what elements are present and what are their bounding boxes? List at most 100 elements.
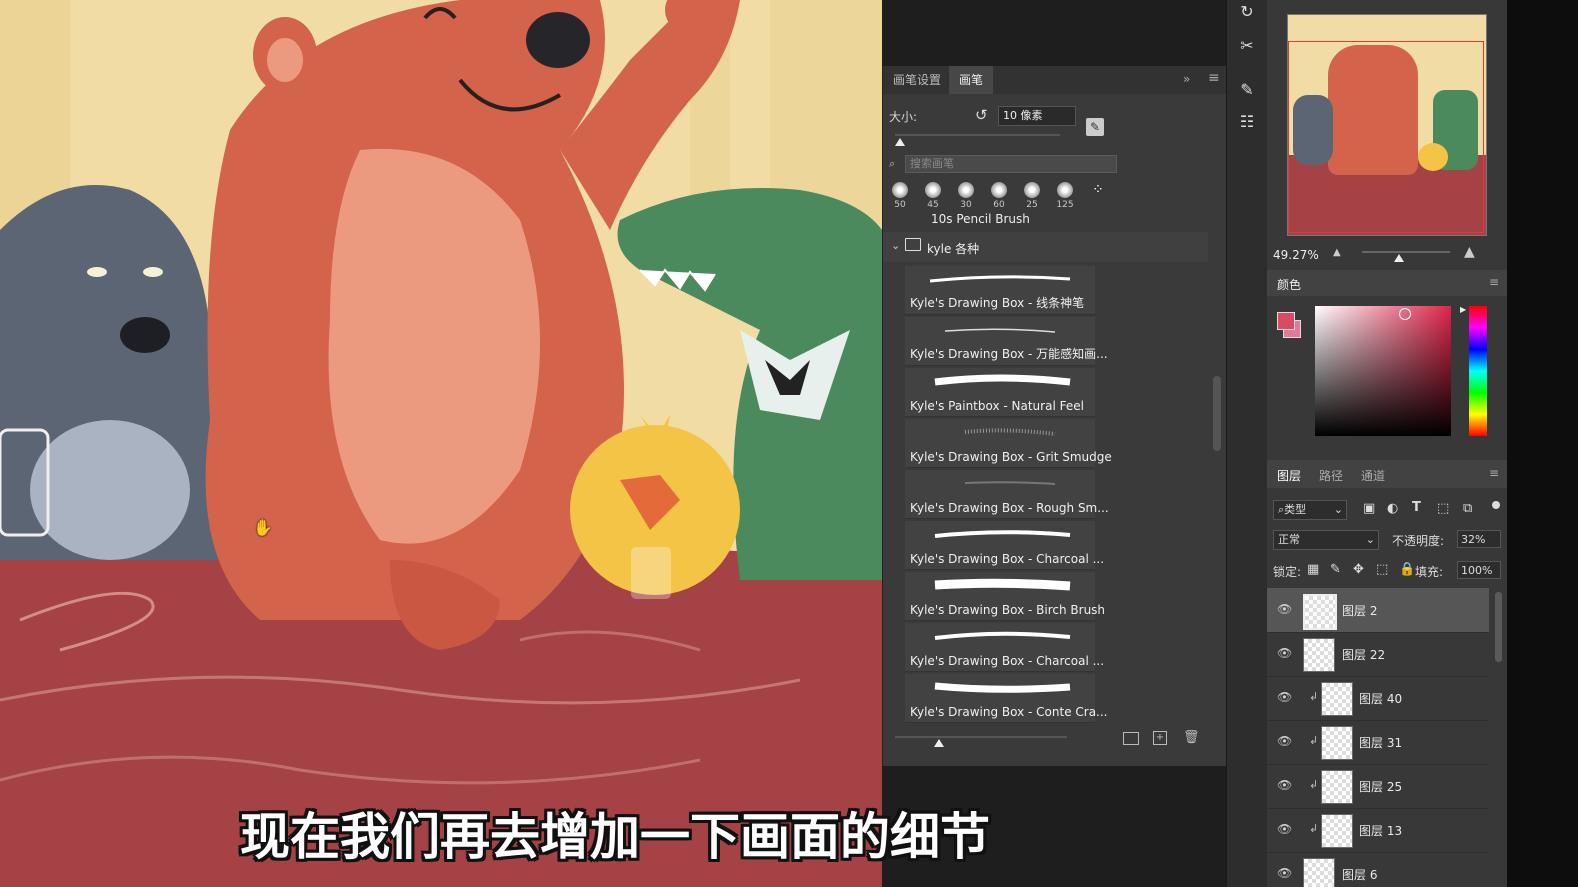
- layer-row[interactable]: 👁 ↲ 图层 25: [1267, 764, 1489, 809]
- layer-row[interactable]: 👁 ↲ 图层 31: [1267, 720, 1489, 765]
- smart-object-filter-icon[interactable]: ⧉: [1463, 501, 1472, 516]
- size-label: 大小:: [889, 110, 918, 124]
- visibility-eye-icon[interactable]: 👁: [1277, 602, 1292, 616]
- opacity-input[interactable]: 32%: [1457, 530, 1501, 548]
- brush-name: Kyle's Drawing Box - Birch Brush: [910, 603, 1106, 617]
- hue-slider-handle[interactable]: ▶: [1460, 305, 1466, 314]
- size-slider-track[interactable]: [895, 134, 1060, 136]
- layer-row[interactable]: 👁 图层 2: [1267, 588, 1489, 633]
- filter-toggle-icon[interactable]: [1492, 501, 1500, 509]
- brush-icon[interactable]: ✎: [1235, 78, 1259, 102]
- list-item[interactable]: Kyle's Drawing Box - Conte Cra...: [905, 674, 1108, 723]
- color-picker-cursor[interactable]: [1399, 308, 1411, 320]
- lock-pixels-icon[interactable]: ✎: [1330, 562, 1341, 577]
- tip-size-label: 30: [960, 200, 972, 210]
- folder-icon: [905, 238, 921, 251]
- visibility-eye-icon[interactable]: 👁: [1277, 822, 1292, 836]
- recent-brush-tip[interactable]: 125: [1050, 182, 1080, 212]
- new-group-folder-icon[interactable]: [1123, 732, 1139, 745]
- layer-row[interactable]: 👁 ↲ 图层 13: [1267, 808, 1489, 853]
- list-item[interactable]: Kyle's Drawing Box - Birch Brush: [905, 572, 1105, 621]
- layer-row[interactable]: 👁 图层 6: [1267, 852, 1489, 887]
- brush-pressure-icon[interactable]: ✎: [1086, 118, 1104, 136]
- layer-name: 图层 25: [1359, 780, 1403, 794]
- clipping-mask-icon: ↲: [1309, 734, 1319, 747]
- brush-group-row[interactable]: ⌄ kyle 各种: [883, 232, 1208, 262]
- panel-menu-icon[interactable]: ≡: [1208, 70, 1220, 86]
- layer-thumbnail: [1303, 594, 1337, 630]
- visibility-eye-icon[interactable]: 👁: [1277, 778, 1292, 792]
- size-slider-handle[interactable]: [895, 138, 905, 146]
- recent-brush-tip[interactable]: 50: [885, 182, 915, 212]
- chevron-down-icon: ⌄: [1333, 503, 1343, 516]
- layer-filter-select[interactable]: ⌕类型 ⌄: [1273, 500, 1347, 520]
- adjustments-icon[interactable]: ☷: [1235, 110, 1259, 134]
- layer-row[interactable]: 👁 ↲ 图层 40: [1267, 676, 1489, 721]
- collapse-panel-icon[interactable]: »: [1183, 72, 1190, 86]
- thumbnail-size-slider[interactable]: [895, 736, 1067, 738]
- tab-layers[interactable]: 图层: [1277, 467, 1301, 484]
- recent-brush-tip[interactable]: 30: [951, 182, 981, 212]
- blend-mode-select[interactable]: 正常 ⌄: [1273, 530, 1379, 550]
- recent-brush-tip[interactable]: 25: [1017, 182, 1047, 212]
- thumbnail-size-handle[interactable]: [934, 739, 944, 747]
- panel-menu-icon[interactable]: ≡: [1489, 275, 1499, 289]
- search-brushes-input[interactable]: 搜索画笔: [905, 155, 1117, 173]
- tab-channels[interactable]: 通道: [1361, 467, 1385, 484]
- document-canvas[interactable]: [0, 0, 882, 887]
- recent-brush-name: 10s Pencil Brush: [931, 212, 1030, 226]
- zoom-level[interactable]: 49.27%: [1273, 248, 1319, 262]
- visibility-eye-icon[interactable]: 👁: [1277, 734, 1292, 748]
- history-icon[interactable]: ↻: [1235, 0, 1259, 24]
- layers-scrollbar[interactable]: [1495, 592, 1502, 662]
- visibility-eye-icon[interactable]: 👁: [1277, 646, 1292, 660]
- scatter-brush-icon[interactable]: ⁘: [1083, 182, 1113, 212]
- foreground-color-swatch[interactable]: [1277, 312, 1295, 330]
- tab-paths[interactable]: 路径: [1319, 467, 1343, 484]
- navigator-view-box[interactable]: [1288, 41, 1484, 233]
- chevron-down-icon[interactable]: ⌄: [891, 239, 900, 252]
- recent-brush-tip[interactable]: 60: [984, 182, 1014, 212]
- lock-all-icon[interactable]: 🔒: [1399, 562, 1415, 577]
- zoom-slider-handle[interactable]: [1394, 254, 1404, 262]
- brush-name: Kyle's Drawing Box - Charcoal ...: [910, 552, 1105, 566]
- type-filter-icon[interactable]: T: [1412, 500, 1421, 515]
- brush-name: Kyle's Drawing Box - Rough Sm...: [910, 501, 1109, 515]
- blend-mode-value: 正常: [1278, 533, 1300, 546]
- brush-list-scrollbar[interactable]: [1213, 376, 1221, 451]
- panel-menu-icon[interactable]: ≡: [1489, 466, 1499, 480]
- list-item[interactable]: Kyle's Drawing Box - Rough Sm...: [905, 470, 1109, 519]
- color-picker-field[interactable]: [1315, 306, 1451, 436]
- list-item[interactable]: Kyle's Drawing Box - Charcoal ...: [905, 623, 1104, 672]
- recent-brush-tip[interactable]: 45: [918, 182, 948, 212]
- tab-brushes[interactable]: 画笔: [949, 66, 994, 94]
- shape-filter-icon[interactable]: ⬚: [1437, 501, 1449, 516]
- list-item[interactable]: Kyle's Paintbox - Natural Feel: [905, 368, 1095, 417]
- lock-transparency-icon[interactable]: ▦: [1307, 562, 1319, 577]
- scissors-icon[interactable]: ✂: [1235, 34, 1259, 58]
- adjustment-filter-icon[interactable]: ◐: [1387, 501, 1398, 516]
- trash-icon[interactable]: 🗑: [1183, 730, 1200, 745]
- list-item[interactable]: Kyle's Drawing Box - 万能感知画...: [905, 317, 1108, 366]
- visibility-eye-icon[interactable]: 👁: [1277, 866, 1292, 880]
- layer-name: 图层 22: [1342, 648, 1386, 662]
- layer-row[interactable]: 👁 图层 22: [1267, 632, 1489, 677]
- list-item[interactable]: Kyle's Drawing Box - 线条神笔: [905, 266, 1095, 315]
- size-input[interactable]: 10 像素: [998, 106, 1076, 126]
- lock-artboard-icon[interactable]: ⬚: [1376, 562, 1388, 577]
- zoom-slider[interactable]: [1362, 251, 1450, 253]
- list-item[interactable]: Kyle's Drawing Box - Charcoal ...: [905, 521, 1104, 570]
- hand-cursor-icon: ✋: [253, 518, 273, 537]
- hue-slider[interactable]: [1469, 306, 1487, 436]
- image-filter-icon[interactable]: ▣: [1363, 501, 1375, 516]
- zoom-out-icon[interactable]: ▲: [1333, 247, 1341, 258]
- navigator-thumbnail[interactable]: [1287, 14, 1487, 236]
- reset-size-icon[interactable]: ↺: [975, 106, 988, 124]
- tab-brush-settings[interactable]: 画笔设置: [883, 66, 951, 94]
- fill-input[interactable]: 100%: [1457, 561, 1501, 579]
- visibility-eye-icon[interactable]: 👁: [1277, 690, 1292, 704]
- list-item[interactable]: Kyle's Drawing Box - Grit Smudge: [905, 419, 1112, 468]
- lock-position-icon[interactable]: ✥: [1353, 562, 1364, 577]
- new-brush-icon[interactable]: +: [1153, 731, 1167, 745]
- zoom-in-icon[interactable]: ▲: [1464, 244, 1475, 260]
